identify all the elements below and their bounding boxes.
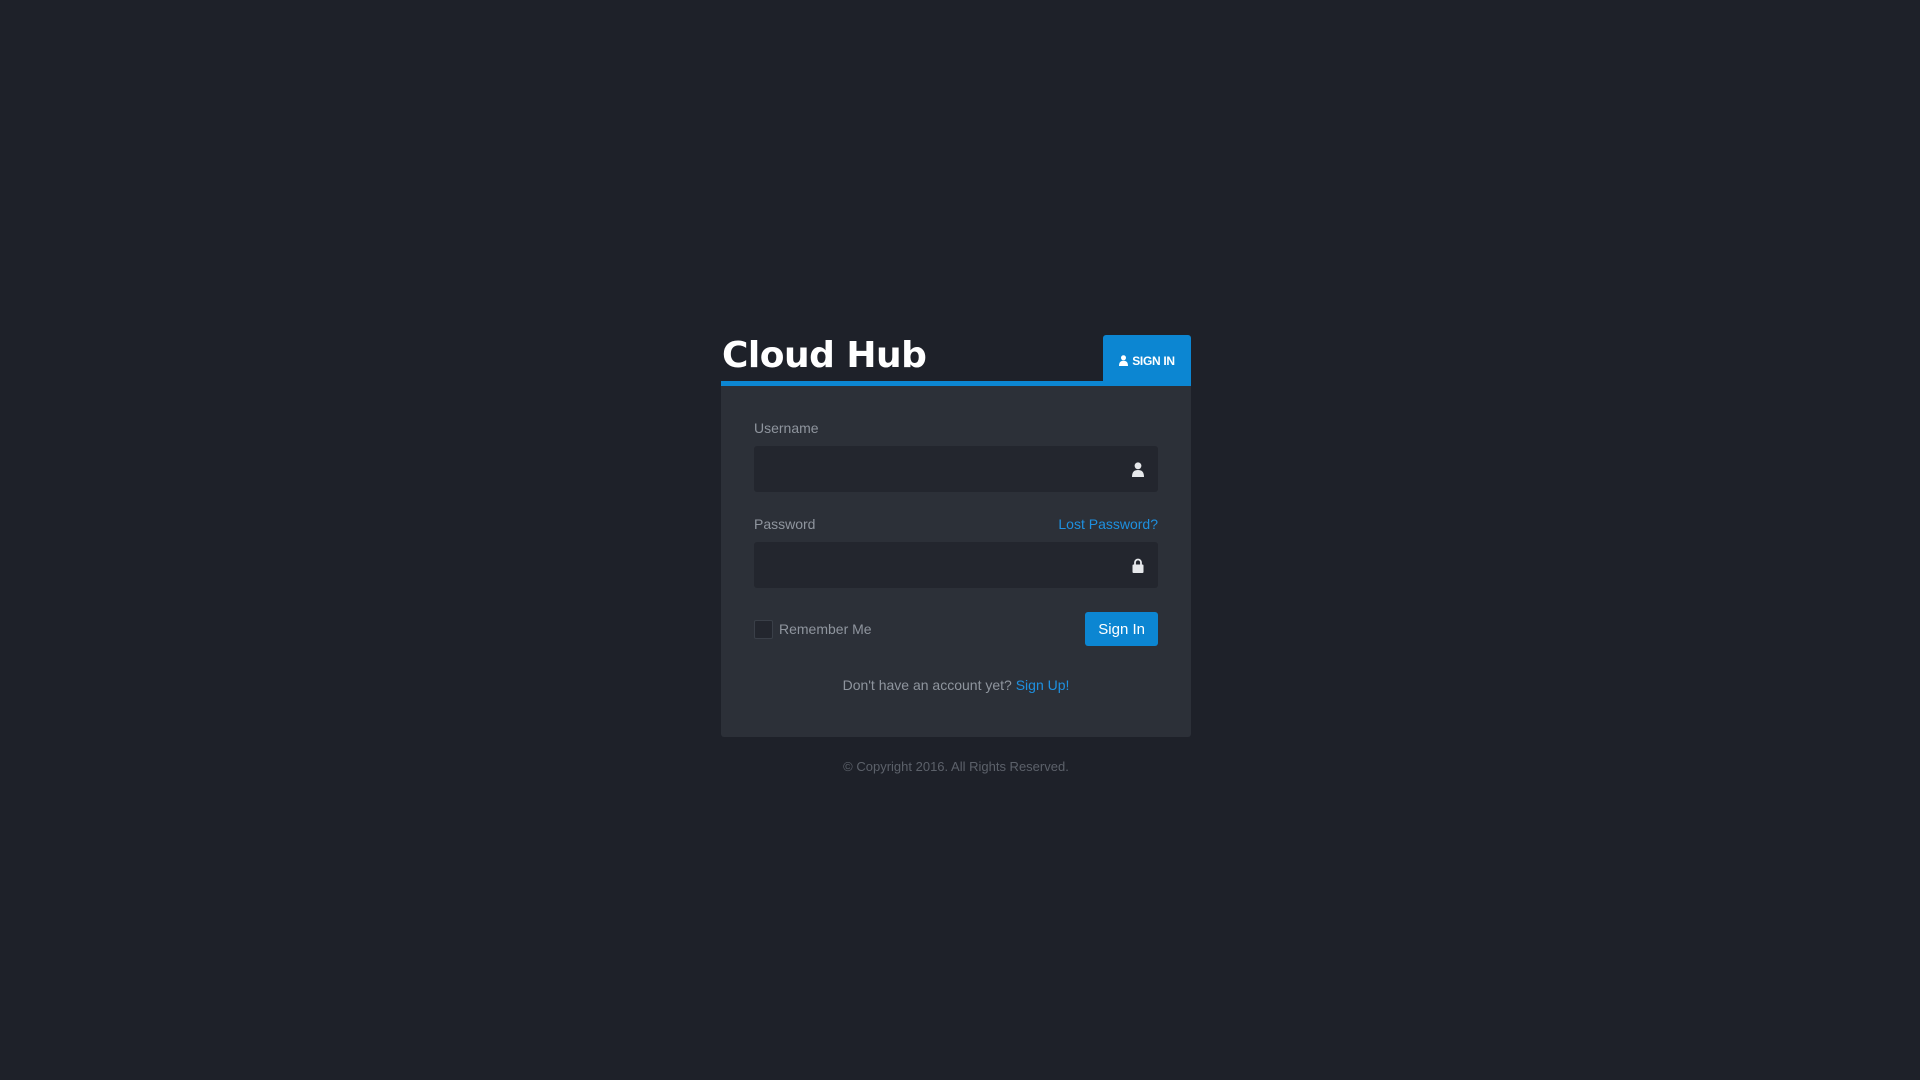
sign-up-link[interactable]: Sign Up! xyxy=(1016,677,1070,693)
sign-in-button[interactable]: Sign In xyxy=(1085,612,1158,646)
signup-prompt: Don't have an account yet? Sign Up! xyxy=(754,677,1158,693)
login-panel: Username Password Lost Password? Remembe… xyxy=(721,386,1191,737)
brand-title: Cloud Hub xyxy=(722,335,927,376)
remember-me-toggle[interactable]: Remember Me xyxy=(754,619,872,639)
sign-in-tab[interactable]: SIGN IN xyxy=(1103,335,1191,386)
remember-me-checkbox[interactable] xyxy=(754,619,773,639)
lost-password-link[interactable]: Lost Password? xyxy=(1058,516,1158,532)
login-container: Cloud Hub SIGN IN Username Password Lost… xyxy=(721,334,1191,774)
password-label: Password xyxy=(754,516,816,532)
signup-prompt-text: Don't have an account yet? xyxy=(842,677,1016,693)
copyright-text: © Copyright 2016. All Rights Reserved. xyxy=(843,759,1069,774)
username-label: Username xyxy=(754,420,819,436)
sign-in-tab-label: SIGN IN xyxy=(1132,353,1175,368)
password-label-row: Password Lost Password? xyxy=(754,516,1158,532)
username-field xyxy=(754,446,1158,492)
password-input[interactable] xyxy=(754,542,1158,588)
login-header: Cloud Hub SIGN IN xyxy=(721,334,1191,386)
username-label-row: Username xyxy=(754,420,1158,436)
form-actions: Remember Me Sign In xyxy=(754,612,1158,646)
lock-icon xyxy=(1130,557,1146,573)
user-icon xyxy=(1130,461,1146,477)
user-icon xyxy=(1119,355,1129,366)
username-input[interactable] xyxy=(754,446,1158,492)
remember-me-label: Remember Me xyxy=(779,621,872,637)
password-field xyxy=(754,542,1158,588)
